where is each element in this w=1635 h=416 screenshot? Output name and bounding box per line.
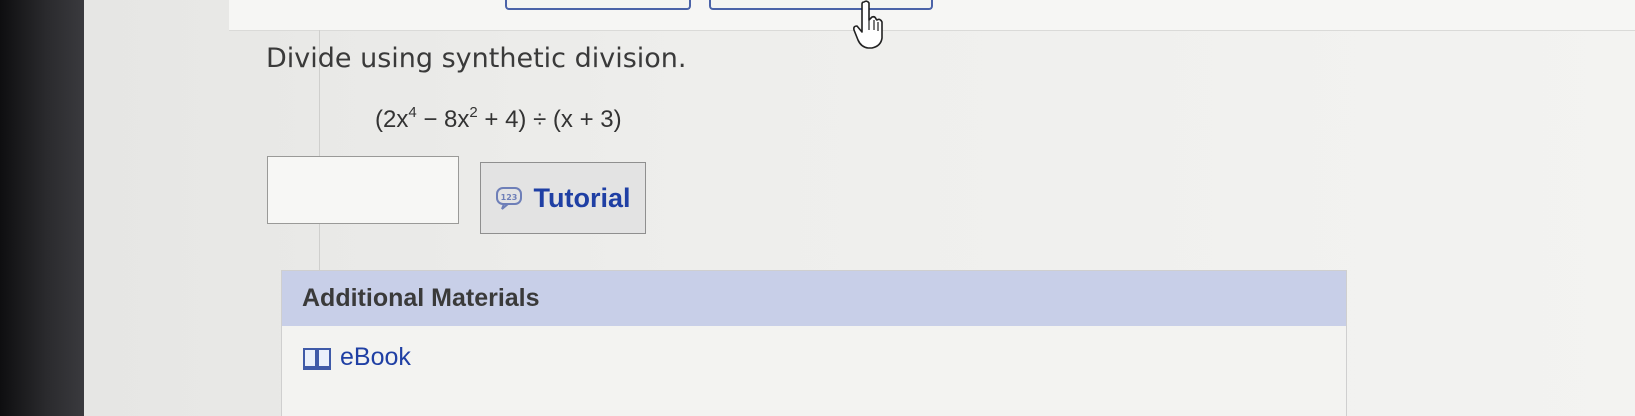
top-button-right[interactable] (709, 0, 933, 10)
division-expression: (2x4 − 8x2 + 4) ÷ (x + 3) (375, 104, 622, 133)
monitor-bezel (0, 0, 84, 416)
ebook-label: eBook (340, 343, 411, 371)
tutorial-123-icon: 123 (495, 187, 522, 210)
book-icon (303, 347, 331, 370)
materials-header: Additional Materials (282, 271, 1346, 326)
tutorial-button[interactable]: 123 Tutorial (480, 162, 646, 234)
top-button-left[interactable] (505, 0, 691, 10)
question-prompt: Divide using synthetic division. (266, 43, 687, 74)
additional-materials-panel: Additional Materials eBook (281, 270, 1347, 416)
tutorial-label: Tutorial (533, 182, 631, 213)
top-toolbar (229, 0, 1635, 31)
materials-title: Additional Materials (302, 284, 540, 312)
ebook-link[interactable]: eBook (302, 343, 411, 372)
hand-cursor-icon (853, 0, 883, 49)
answer-input[interactable] (267, 156, 459, 224)
svg-text:123: 123 (500, 193, 517, 202)
